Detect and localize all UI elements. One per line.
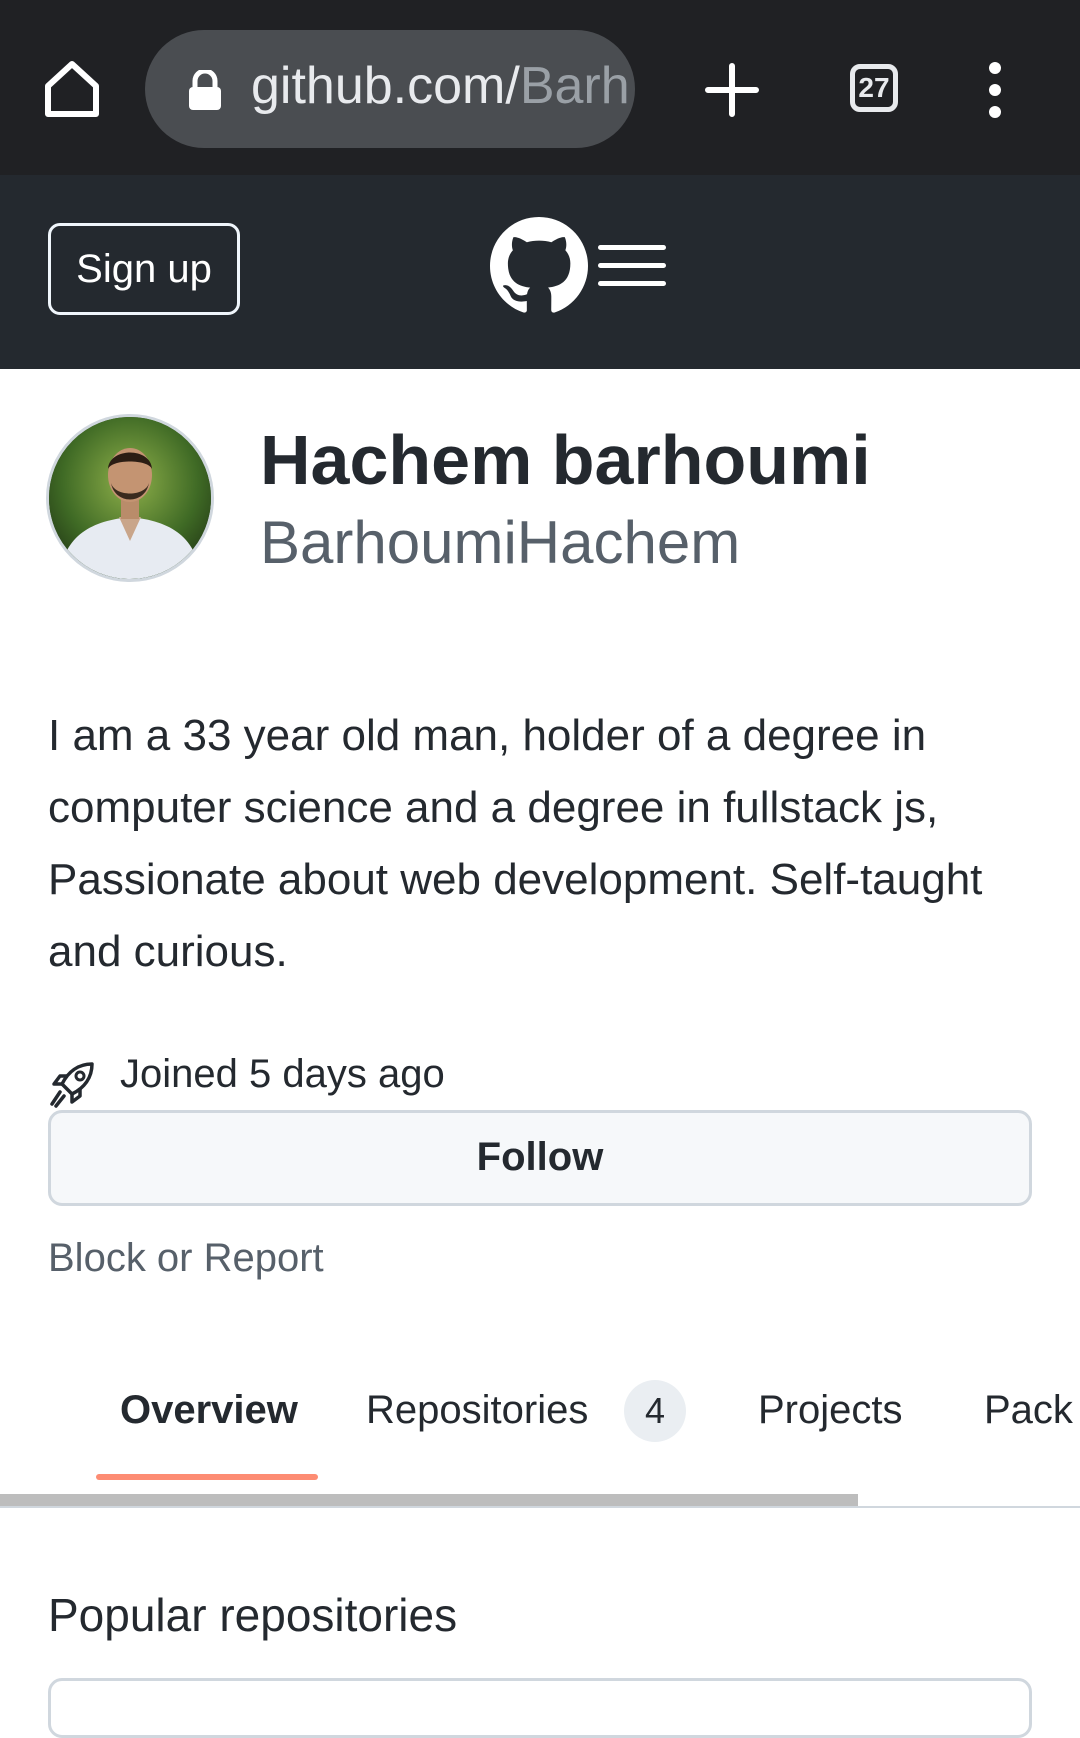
block-or-report-link[interactable]: Block or Report — [48, 1236, 324, 1281]
url-host: github.com/ — [251, 57, 520, 115]
github-header: Sign up — [0, 175, 1080, 369]
avatar-photo — [49, 417, 211, 579]
address-bar[interactable]: github.com/Barh — [145, 30, 635, 148]
follow-button[interactable]: Follow — [48, 1110, 1032, 1206]
rocket-icon — [50, 1062, 94, 1108]
sign-up-button[interactable]: Sign up — [48, 223, 240, 315]
hamburger-menu-icon[interactable] — [598, 241, 666, 291]
profile-bio: I am a 33 year old man, holder of a degr… — [48, 711, 983, 976]
repository-card[interactable] — [48, 1678, 1032, 1738]
repositories-count-badge: 4 — [624, 1380, 686, 1442]
tab-projects[interactable]: Projects — [758, 1388, 903, 1433]
lock-icon — [189, 70, 221, 110]
new-tab-plus-icon[interactable] — [700, 58, 764, 122]
tab-switcher-button[interactable]: 27 — [850, 64, 898, 112]
tabs-divider — [0, 1506, 1080, 1508]
profile-username: BarhoumiHachem — [260, 509, 741, 576]
active-tab-underline — [96, 1474, 318, 1480]
url-path: Barh — [519, 57, 630, 115]
profile-tabs: Overview Repositories 4 Projects Pack — [0, 1370, 1080, 1510]
home-icon[interactable] — [40, 56, 104, 120]
tab-repositories[interactable]: Repositories — [366, 1388, 588, 1433]
popular-repositories-heading: Popular repositories — [48, 1589, 458, 1641]
joined-text: Joined 5 days ago — [120, 1052, 445, 1096]
url-text[interactable]: github.com/Barh — [251, 56, 630, 116]
tabs-horizontal-scrollbar[interactable] — [0, 1494, 858, 1506]
github-logo-icon[interactable] — [490, 217, 588, 315]
tab-overview[interactable]: Overview — [120, 1388, 298, 1433]
avatar[interactable] — [46, 414, 214, 582]
tab-packages[interactable]: Pack — [984, 1388, 1073, 1433]
profile-display-name: Hachem barhoumi — [260, 421, 871, 499]
overflow-menu-icon[interactable] — [980, 60, 1010, 120]
browser-toolbar: github.com/Barh 27 — [0, 0, 1080, 175]
